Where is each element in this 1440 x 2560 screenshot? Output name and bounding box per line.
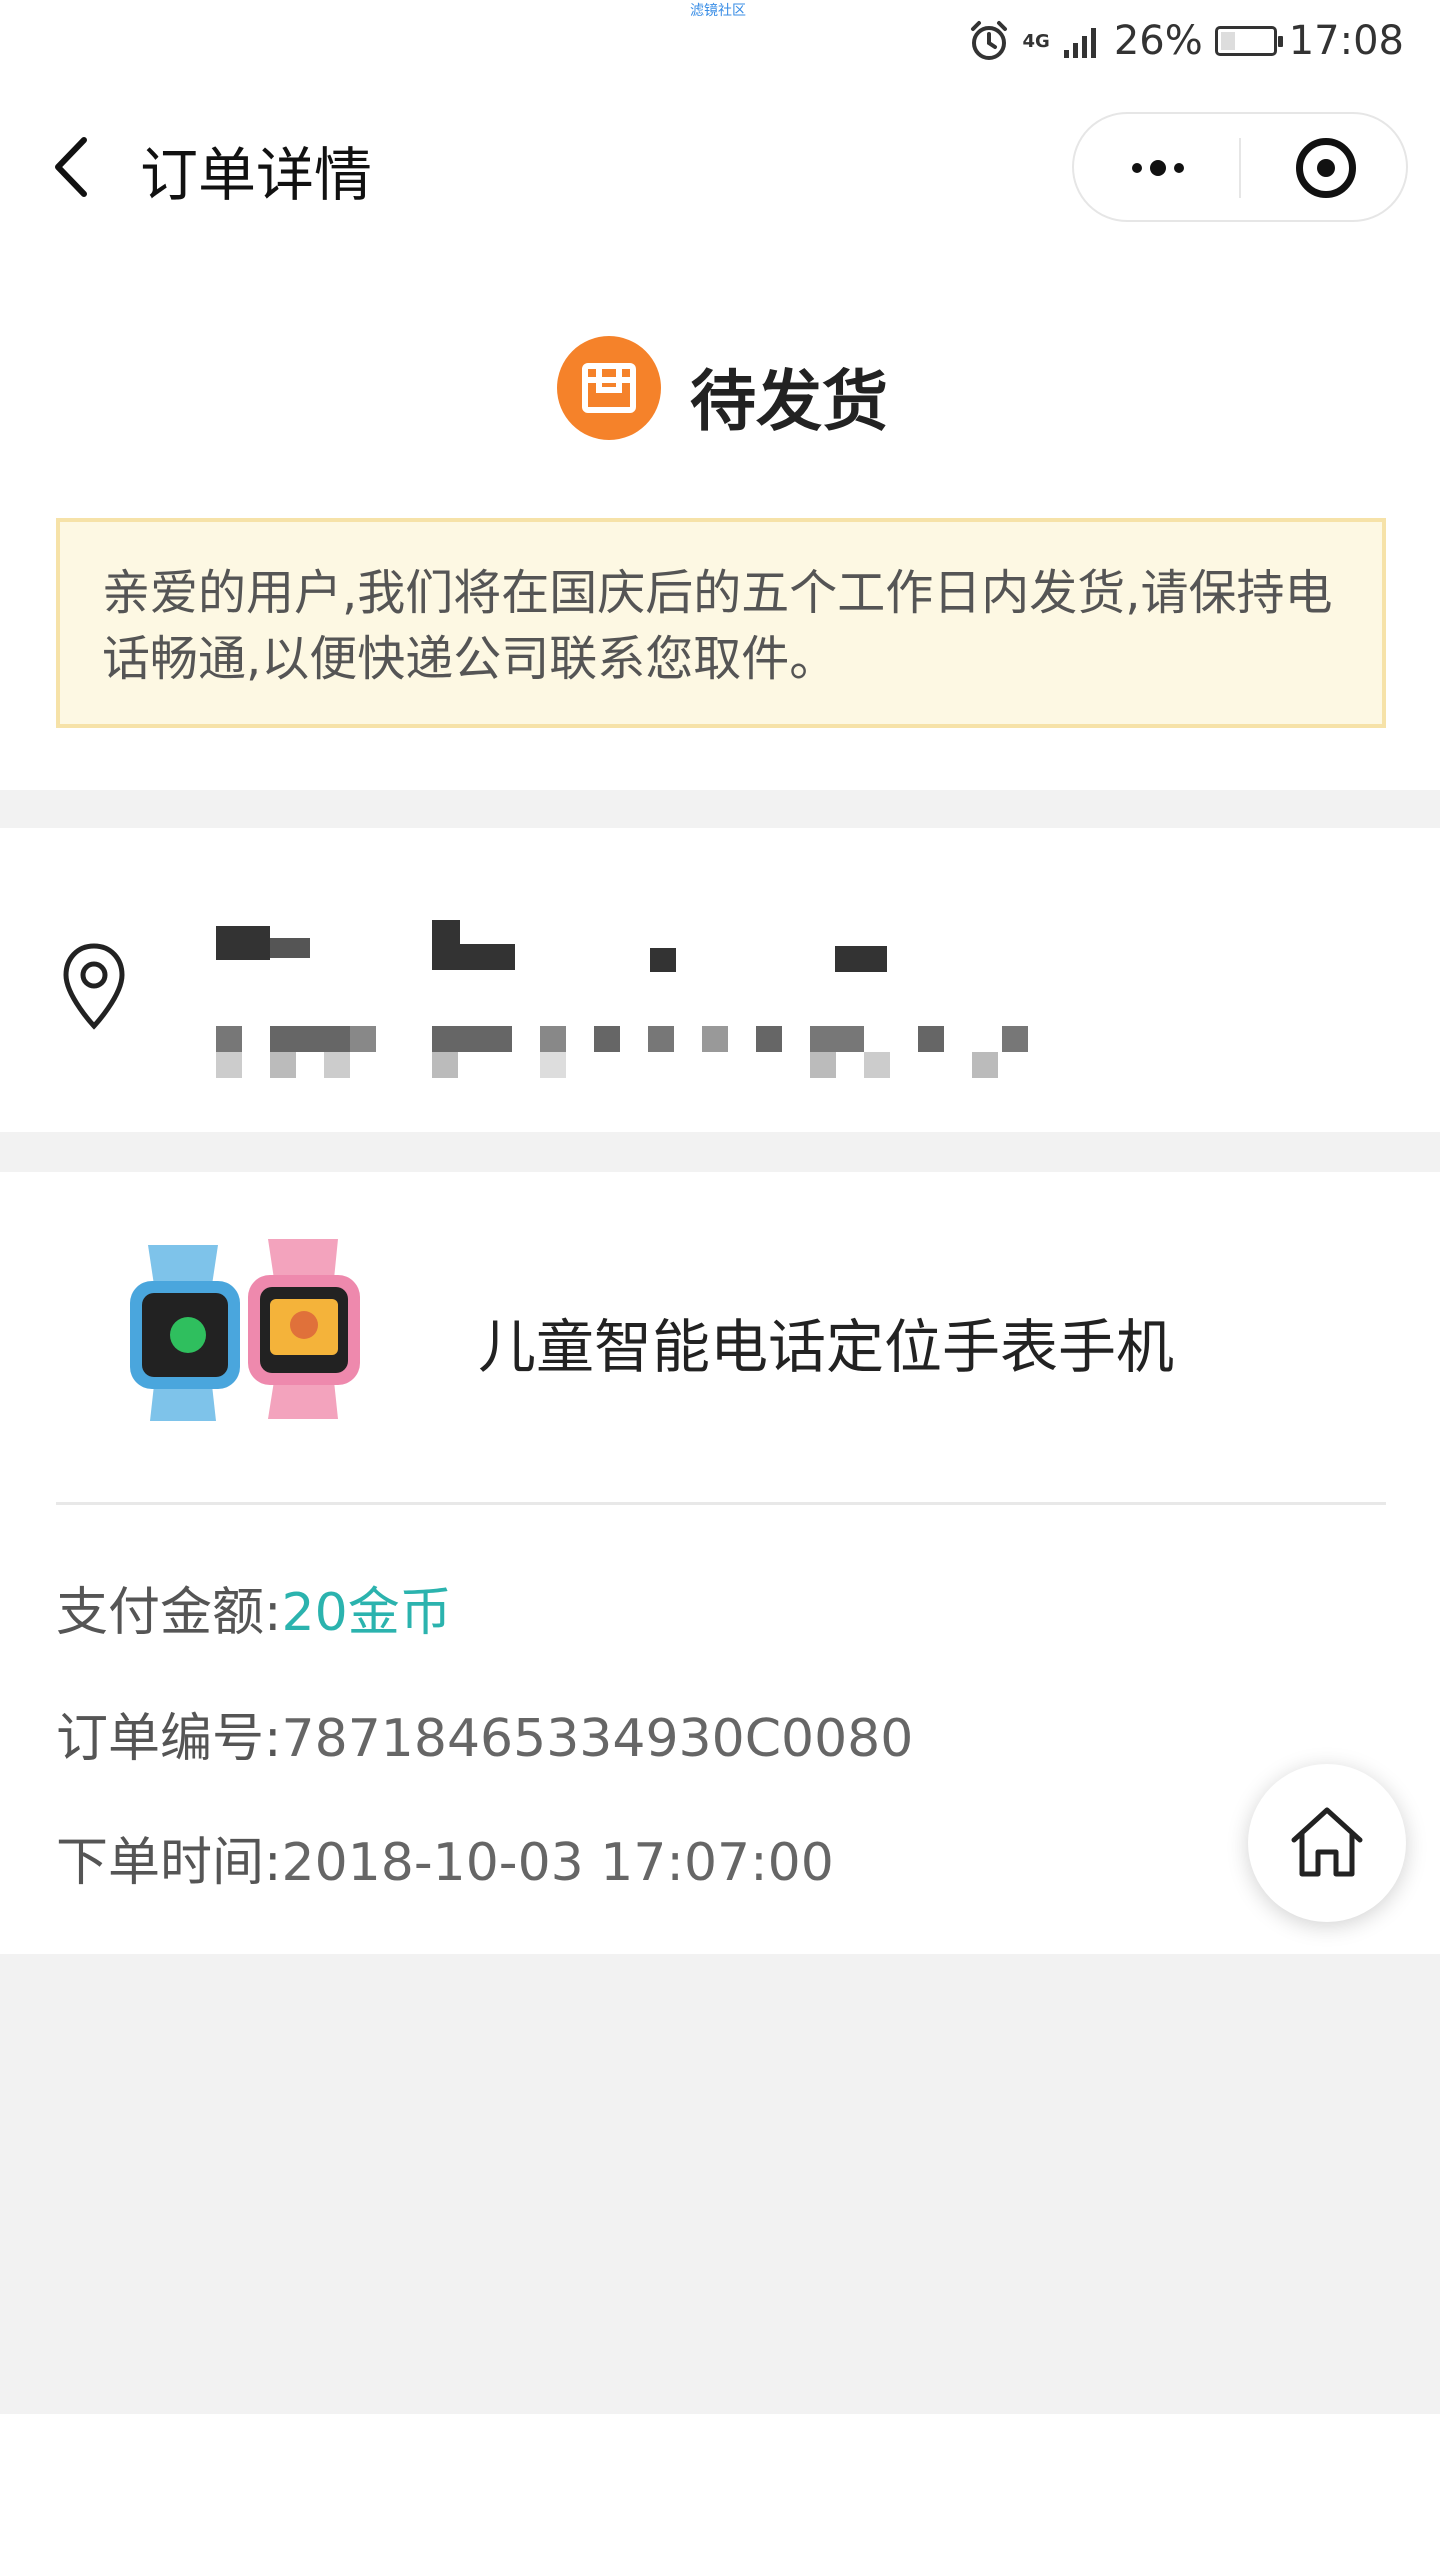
payment-amount-row: 支付金额:20金币: [56, 1570, 452, 1645]
battery-icon: [1214, 26, 1283, 56]
order-status-label: 待发货: [690, 363, 888, 440]
top-caption: 滤镜社区: [690, 3, 746, 19]
location-pin-icon: [63, 943, 125, 1030]
amount-value: 20金币: [281, 1583, 452, 1643]
status-right: 4G 26% 17:08: [967, 16, 1404, 66]
order-time-label: 下单时间:: [56, 1833, 282, 1893]
section-gap: [0, 790, 1440, 828]
order-number-value: 78718465334930C0080: [281, 1709, 914, 1769]
shipping-notice: 亲爱的用户,我们将在国庆后的五个工作日内发货,请保持电话畅通,以便快递公司联系您…: [56, 518, 1386, 728]
package-box-icon: [557, 336, 661, 440]
amount-label: 支付金额:: [56, 1583, 282, 1643]
empty-area: [0, 1954, 1440, 2414]
address-text-obscured: [216, 1026, 1036, 1086]
chevron-left-icon[interactable]: [44, 132, 104, 202]
order-time-value: 2018-10-03 17:07:00: [281, 1833, 834, 1893]
capsule-divider: [1239, 138, 1241, 198]
network-type: 4G: [1022, 30, 1050, 52]
address-card[interactable]: [0, 828, 1440, 1128]
order-number-row: 订单编号:78718465334930C0080: [56, 1696, 913, 1771]
clock: 17:08: [1288, 18, 1404, 64]
order-number-label: 订单编号:: [56, 1709, 282, 1769]
product-name[interactable]: 儿童智能电话定位手表手机: [478, 1300, 1174, 1384]
home-icon: [1291, 1807, 1363, 1877]
home-button[interactable]: [1248, 1764, 1406, 1922]
recipient-info-obscured: [190, 920, 1090, 980]
signal-icon: [1063, 28, 1096, 58]
more-dots-icon[interactable]: [1118, 144, 1198, 192]
page-title: 订单详情: [140, 141, 373, 209]
kids-smartwatch-image[interactable]: [108, 1235, 390, 1425]
order-time-row: 下单时间:2018-10-03 17:07:00: [56, 1820, 834, 1895]
divider: [56, 1502, 1386, 1505]
battery-percent: 26%: [1113, 18, 1203, 64]
target-circle-icon[interactable]: [1296, 138, 1356, 198]
mini-program-capsule: [1072, 112, 1408, 222]
alarm-icon: [970, 21, 1007, 60]
section-gap: [0, 1132, 1440, 1172]
status-bar: 滤镜社区 4G 26% 17:08: [0, 0, 1440, 90]
